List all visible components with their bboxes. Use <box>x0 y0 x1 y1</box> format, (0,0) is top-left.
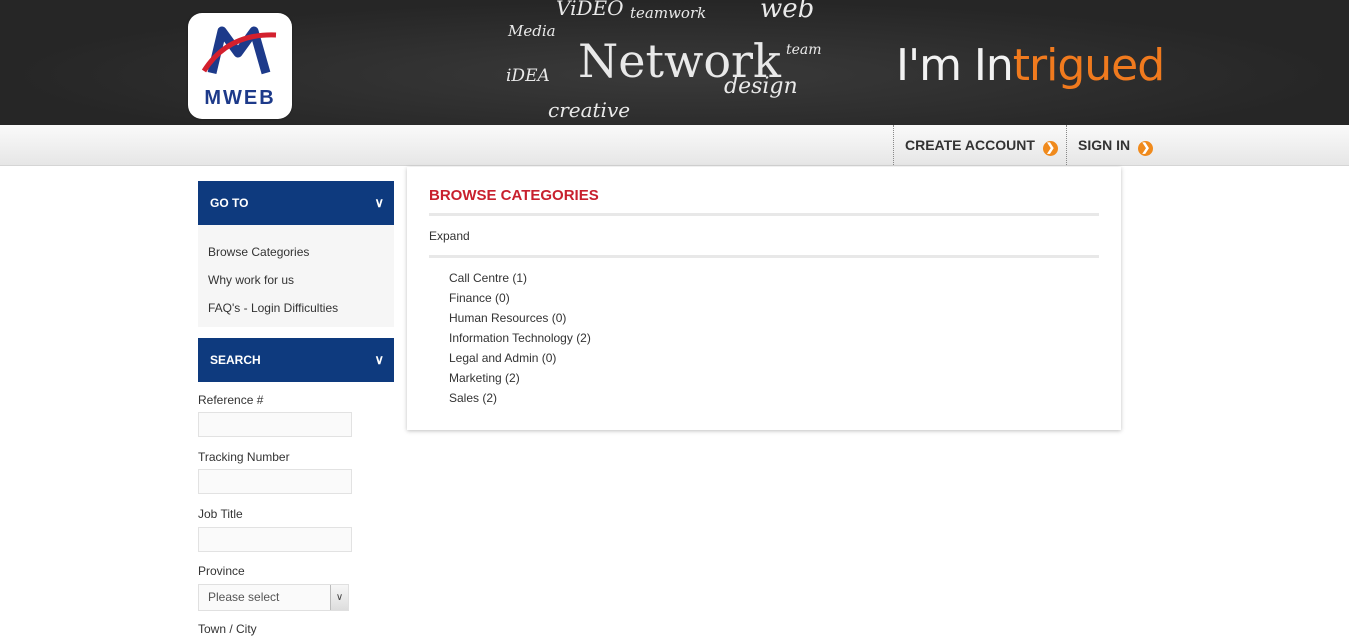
chalk-word: creative <box>548 98 631 122</box>
chalk-word: teamwork <box>630 4 707 22</box>
search-panel-header[interactable]: SEARCH ∨ <box>198 338 394 382</box>
expand-link[interactable]: Expand <box>429 229 470 243</box>
tagline-prefix: I'm In <box>896 40 1014 91</box>
job-title-input[interactable] <box>198 527 352 552</box>
mweb-logo-mark <box>201 26 277 75</box>
logo-text: MWEB <box>204 87 276 109</box>
site-header: MWEB ViDEO teamwork web Media Network te… <box>0 0 1349 125</box>
chalk-word: web <box>760 0 815 24</box>
goto-panel-header[interactable]: GO TO ∨ <box>198 181 394 225</box>
chalkboard-graphic: ViDEO teamwork web Media Network team iD… <box>490 0 890 125</box>
category-link[interactable]: Information Technology (2) <box>449 331 591 345</box>
sign-in-link[interactable]: SIGN IN ❯ <box>1066 125 1154 165</box>
goto-browse-categories-link[interactable]: Browse Categories <box>208 245 309 259</box>
search-title: SEARCH <box>210 353 261 367</box>
goto-why-work-for-us-link[interactable]: Why work for us <box>208 273 294 287</box>
account-nav-bar: CREATE ACCOUNT ❯ SIGN IN ❯ <box>0 125 1349 166</box>
category-link[interactable]: Marketing (2) <box>449 371 520 385</box>
reference-input[interactable] <box>198 412 352 437</box>
chalk-word: team <box>786 42 822 58</box>
category-link[interactable]: Sales (2) <box>449 391 497 405</box>
chalk-word: iDEA <box>506 66 550 86</box>
town-city-label: Town / City <box>198 622 257 636</box>
province-select[interactable]: Please select ∨ <box>198 584 349 611</box>
goto-title: GO TO <box>210 196 249 210</box>
goto-menu: Browse Categories Why work for us FAQ's … <box>198 225 394 327</box>
arrow-right-icon: ❯ <box>1042 141 1058 156</box>
sign-in-label: SIGN IN <box>1078 137 1131 153</box>
category-link[interactable]: Legal and Admin (0) <box>449 351 556 365</box>
chevron-down-icon[interactable]: ∨ <box>330 585 348 610</box>
reference-label: Reference # <box>198 393 264 407</box>
browse-categories-card: BROWSE CATEGORIES Expand Call Centre (1)… <box>407 167 1121 430</box>
chevron-down-icon: ∨ <box>374 352 384 367</box>
page-title: BROWSE CATEGORIES <box>429 187 599 204</box>
category-link[interactable]: Finance (0) <box>449 291 510 305</box>
tracking-number-label: Tracking Number <box>198 450 290 464</box>
category-link[interactable]: Human Resources (0) <box>449 311 566 325</box>
province-selected-value: Please select <box>208 590 280 604</box>
province-label: Province <box>198 564 245 578</box>
category-link[interactable]: Call Centre (1) <box>449 271 527 285</box>
divider <box>429 255 1099 258</box>
arrow-right-icon: ❯ <box>1138 141 1154 156</box>
chalk-word: design <box>724 74 798 99</box>
chalk-word: Media <box>508 22 556 40</box>
mweb-logo[interactable]: MWEB <box>188 13 292 119</box>
job-title-label: Job Title <box>198 507 243 521</box>
chevron-down-icon: ∨ <box>374 195 384 210</box>
divider <box>429 213 1099 216</box>
create-account-label: CREATE ACCOUNT <box>905 137 1035 153</box>
chalk-word: ViDEO <box>556 0 624 20</box>
tracking-number-input[interactable] <box>198 469 352 494</box>
create-account-link[interactable]: CREATE ACCOUNT ❯ <box>893 125 1058 165</box>
tagline-accent: trigued <box>1012 40 1165 91</box>
goto-faq-login-link[interactable]: FAQ's - Login Difficulties <box>208 301 338 315</box>
tagline: I'm Intrigued <box>896 40 1165 91</box>
